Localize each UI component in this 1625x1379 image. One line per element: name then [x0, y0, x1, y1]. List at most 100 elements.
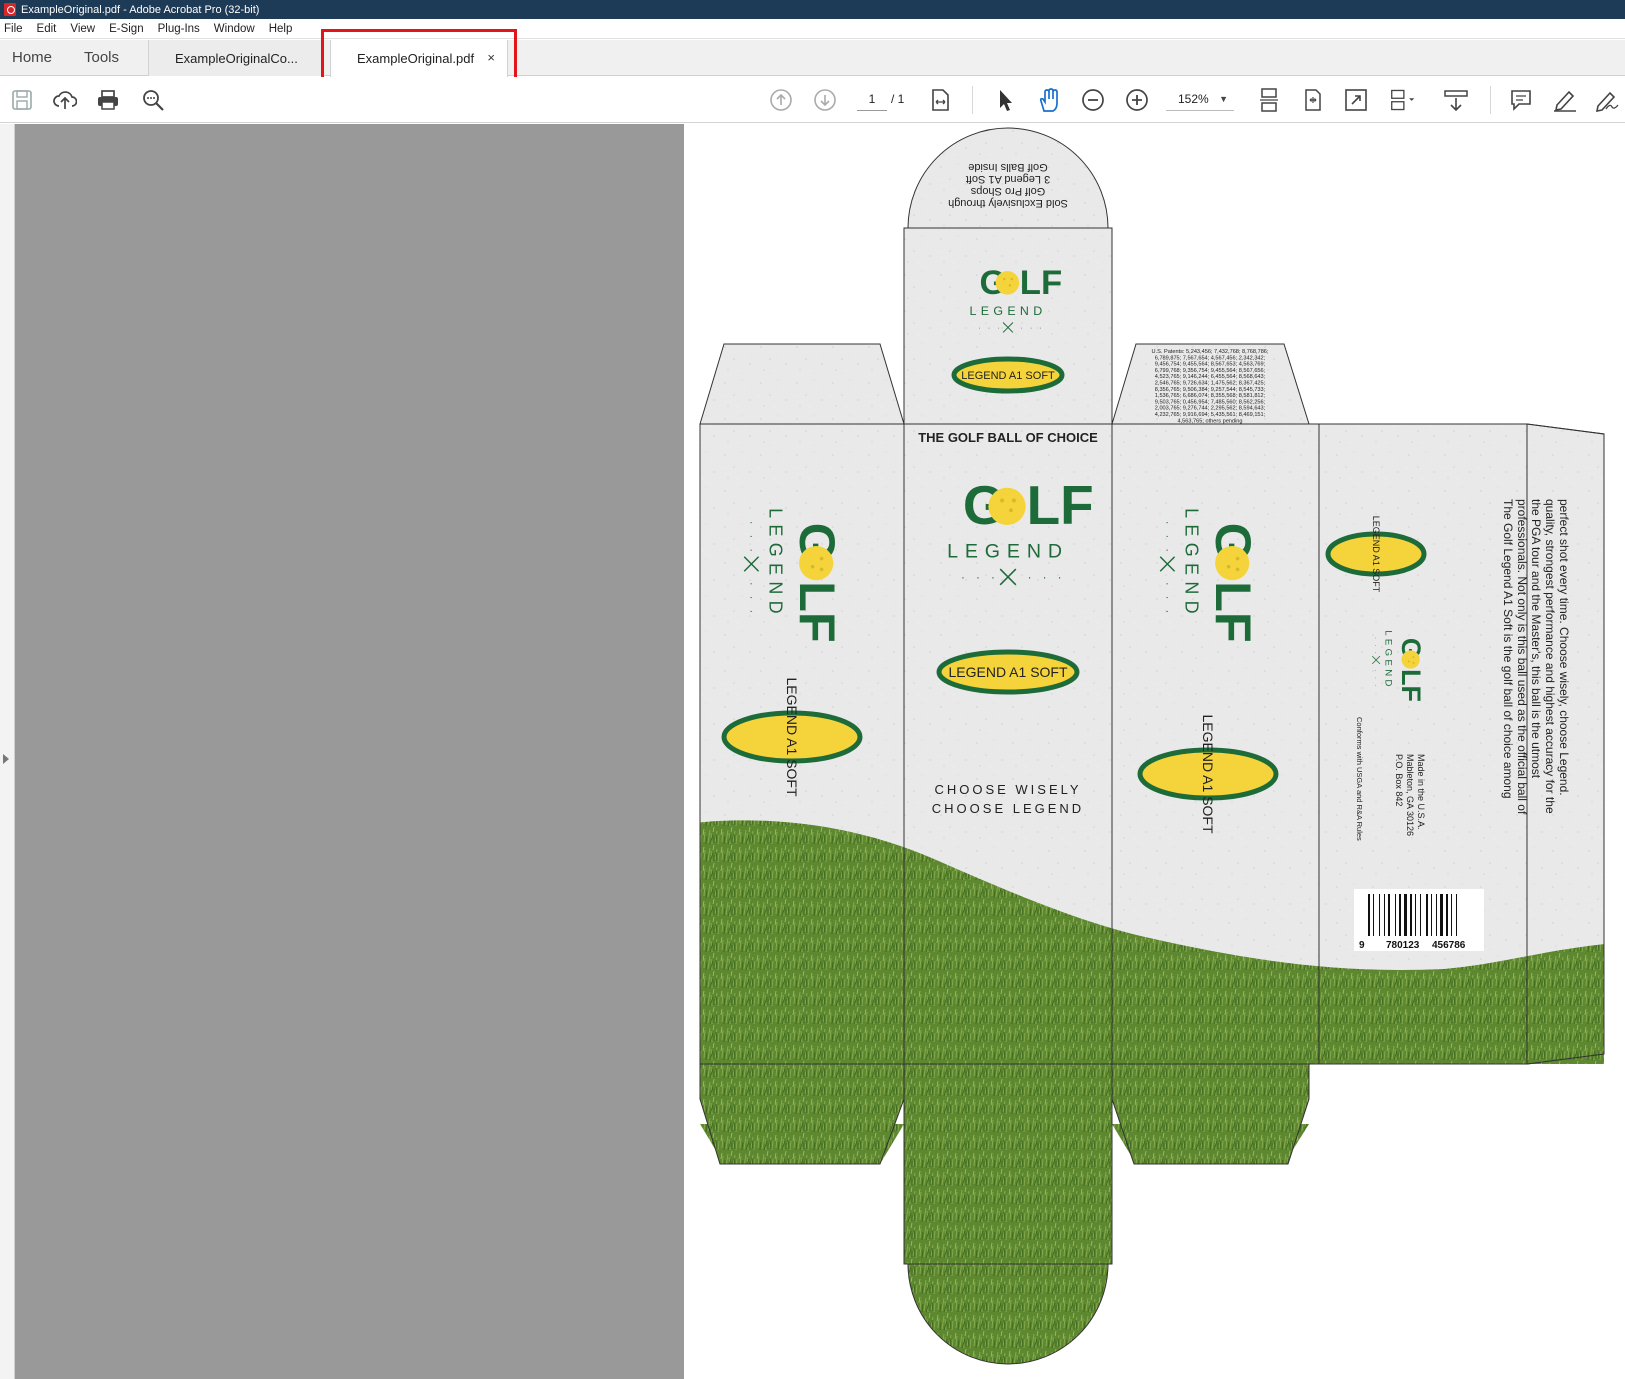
- highlight-pen-icon[interactable]: [1552, 87, 1578, 113]
- description-line: professionals. Not only is this ball use…: [1515, 499, 1529, 815]
- barcode-bar: [1426, 894, 1428, 936]
- menu-file[interactable]: File: [4, 23, 23, 35]
- window-title: ExampleOriginal.pdf - Adobe Acrobat Pro …: [21, 3, 260, 16]
- acrobat-app-icon: [4, 3, 16, 16]
- menu-help[interactable]: Help: [269, 23, 293, 35]
- logo-letters-lf: LF: [789, 581, 846, 643]
- barcode-bar: [1431, 894, 1432, 936]
- logo-dots-right: · · ·: [745, 582, 757, 617]
- patent-line: 6,789,875; 7,567,654; 4,567,456; 2,342,3…: [1155, 355, 1266, 361]
- logo-legend-text: LEGEND: [970, 304, 1047, 318]
- zoom-level-select[interactable]: 152% ▼: [1166, 87, 1234, 111]
- patent-line: 4,563,765; others pending: [1177, 418, 1242, 424]
- barcode-bar: [1451, 894, 1452, 936]
- barcode-bar: [1420, 894, 1421, 936]
- tab-document-1-label: ExampleOriginalCo...: [175, 50, 298, 66]
- left-panel-toggle[interactable]: [0, 124, 15, 1379]
- logo-legend-text: LEGEND: [947, 540, 1069, 562]
- menu-window[interactable]: Window: [214, 23, 255, 35]
- address-line: P.O. Box 842: [1394, 754, 1404, 806]
- logo-dots-right: · · ·: [1028, 571, 1066, 584]
- patent-line: U.S. Patents: 5,243,456; 7,432,768; 8,76…: [1152, 349, 1269, 355]
- logo-dots-left: · · ·: [1372, 637, 1378, 656]
- address-line: Made in the U.S.A.: [1416, 754, 1426, 830]
- menu-esign[interactable]: E-Sign: [109, 23, 144, 35]
- patent-line: 6,799,768; 9,356,754; 9,455,564; 8,567,6…: [1155, 368, 1266, 374]
- fit-page-icon[interactable]: [927, 87, 953, 113]
- patent-line: 1,536,765; 6,686,074; 8,355,568; 8,581,8…: [1155, 393, 1266, 399]
- patent-line: 4,523,765; 9,146,244; 6,455,564; 8,568,6…: [1155, 374, 1266, 380]
- menu-plugins[interactable]: Plug-Ins: [158, 23, 200, 35]
- tagline-choose-wisely: CHOOSE WISELY: [934, 782, 1081, 797]
- logo-legend-text: LEGEND: [765, 508, 785, 620]
- menu-edit[interactable]: Edit: [37, 23, 57, 35]
- upload-cloud-icon[interactable]: [52, 87, 78, 113]
- barcode-bar: [1404, 894, 1407, 936]
- barcode-bar: [1399, 894, 1401, 936]
- zoom-level-value: 152%: [1178, 92, 1209, 106]
- zoom-in-icon[interactable]: [1124, 87, 1150, 113]
- scrolling-mode-icon[interactable]: [1256, 87, 1282, 113]
- search-zoom-icon[interactable]: [140, 87, 166, 113]
- print-icon[interactable]: [95, 87, 121, 113]
- top-flap-line: Golf Pro Shops: [970, 185, 1045, 197]
- document-background: [15, 124, 684, 1379]
- page-number-input[interactable]: 1: [857, 87, 887, 111]
- front-panel-badge: LEGEND A1 SOFT: [936, 649, 1080, 695]
- conforms-text: Conforms with USGA and R&A Rules: [1355, 717, 1364, 841]
- badge-text: LEGEND A1 SOFT: [961, 370, 1055, 382]
- select-arrow-icon[interactable]: [992, 87, 1018, 113]
- description-line: The Golf Legend A1 Soft is the golf ball…: [1501, 499, 1515, 799]
- patent-line: 2,546,765; 9,726,634; 1,475,562; 8,367,4…: [1155, 381, 1266, 387]
- badge-text: LEGEND A1 SOFT: [1371, 516, 1381, 593]
- barcode-bar: [1395, 894, 1396, 936]
- logo-letters-lf: LF: [1205, 581, 1262, 643]
- logo-legend-text: LEGEND: [1181, 508, 1201, 620]
- patent-line: 4,232,765; 9,916,694; 5,435,561; 8,469,1…: [1155, 412, 1266, 418]
- page-display-icon[interactable]: [1390, 87, 1416, 113]
- logo-letters-lf: LF: [1027, 474, 1094, 536]
- description-line: the PGA tour and the Master's, this ball…: [1529, 499, 1543, 779]
- save-icon[interactable]: [9, 87, 35, 113]
- page-total: / 1: [891, 92, 905, 106]
- barcode-bar: [1436, 894, 1437, 936]
- patent-line: 8,356,765; 9,506,384; 9,257,544; 8,545,7…: [1155, 387, 1266, 393]
- barcode-bar: [1446, 894, 1448, 936]
- logo-legend-text: LEGEND: [1383, 630, 1394, 690]
- tab-document-1[interactable]: ExampleOriginalCo...: [148, 40, 324, 76]
- golf-ball-icon: [799, 545, 834, 581]
- comment-icon[interactable]: [1508, 87, 1534, 113]
- barcode-bar: [1388, 894, 1390, 936]
- tab-home[interactable]: Home: [12, 49, 52, 66]
- golf-ball-icon: [995, 271, 1020, 295]
- menu-view[interactable]: View: [70, 23, 95, 35]
- zoom-out-icon[interactable]: [1080, 87, 1106, 113]
- barcode-digit-first: 9: [1359, 940, 1365, 951]
- barcode-bar: [1368, 894, 1370, 936]
- golf-ball-icon: [1401, 650, 1420, 669]
- badge-text: LEGEND A1 SOFT: [948, 664, 1067, 680]
- sign-icon[interactable]: [1594, 87, 1620, 113]
- patents-text: U.S. Patents: 5,243,456; 7,432,768; 8,76…: [1152, 349, 1269, 424]
- rotate-view-icon[interactable]: [1300, 87, 1326, 113]
- description-line: perfect shot every time. Choose wisely, …: [1557, 499, 1571, 796]
- top-flap-line: 3 Legend A1 Soft: [966, 173, 1050, 185]
- toolbar-separator: [1490, 86, 1491, 114]
- badge-text: LEGEND A1 SOFT: [784, 677, 800, 796]
- hand-tool-icon[interactable]: [1036, 87, 1062, 113]
- description-text: The Golf Legend A1 Soft is the golf ball…: [1501, 499, 1571, 815]
- logo-letters-lf: LF: [1396, 669, 1426, 702]
- read-mode-icon[interactable]: [1443, 87, 1469, 113]
- barcode-bar: [1456, 894, 1457, 936]
- barcode-bar: [1440, 894, 1443, 936]
- full-screen-icon[interactable]: [1343, 87, 1369, 113]
- next-page-icon[interactable]: [812, 87, 838, 113]
- previous-page-icon[interactable]: [768, 87, 794, 113]
- golf-ball-icon: [1215, 545, 1250, 581]
- tagline-choose-legend: CHOOSE LEGEND: [932, 801, 1084, 816]
- tab-tools[interactable]: Tools: [84, 49, 119, 66]
- logo-dots-right: · · ·: [1161, 582, 1173, 617]
- top-face-badge: LEGEND A1 SOFT: [951, 356, 1065, 394]
- barcode: 9 780123 456786: [1354, 889, 1484, 951]
- tab-bar: Home Tools ExampleOriginalCo... ExampleO…: [0, 40, 1625, 77]
